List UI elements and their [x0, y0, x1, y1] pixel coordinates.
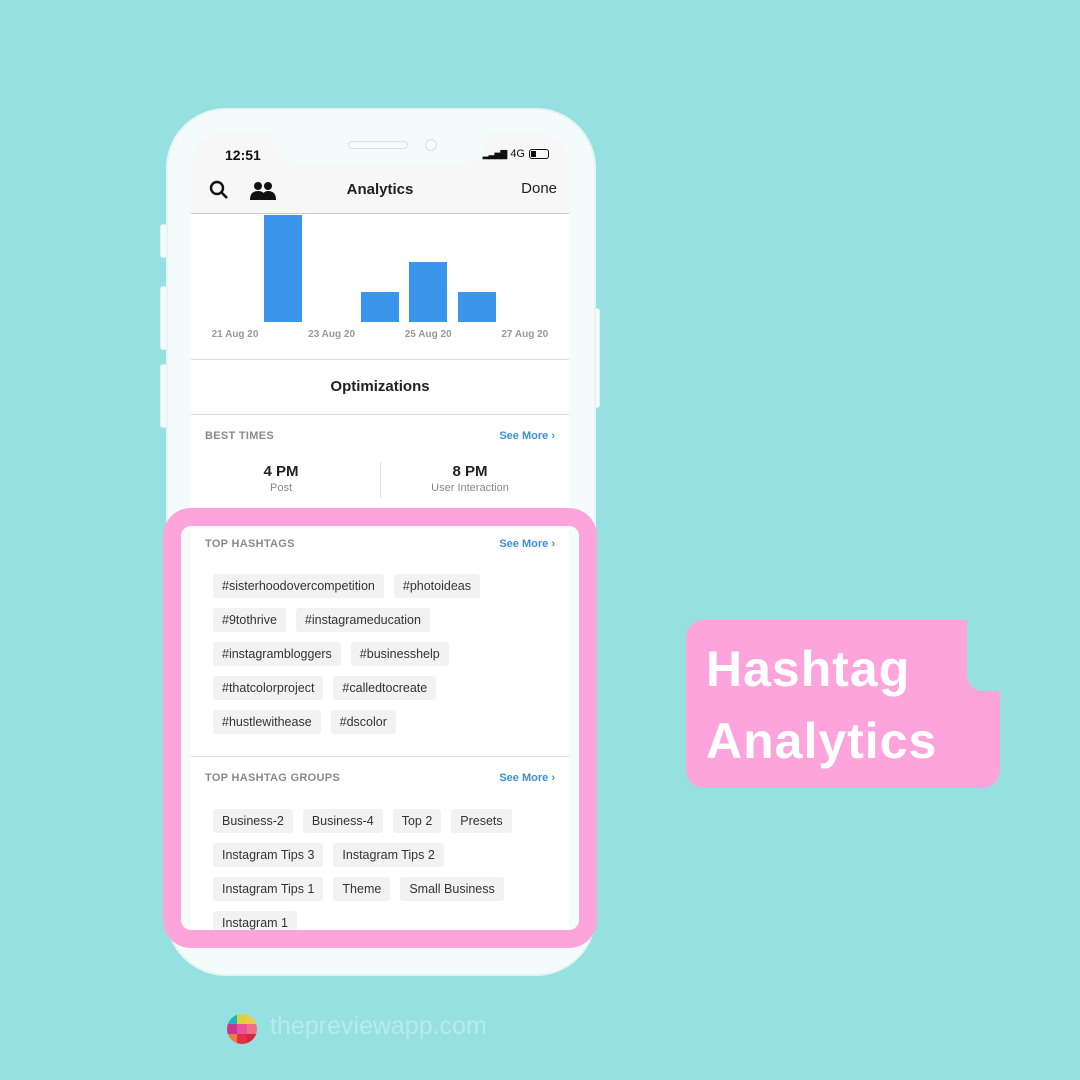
preview-app-logo-icon [227, 1014, 257, 1044]
callout-label: Hashtag Analytics [686, 619, 1001, 788]
highlight-frame [163, 508, 597, 948]
page-title: Analytics [346, 181, 414, 198]
status-icons: ▂▃▅▇ 4G [483, 148, 549, 160]
best-interaction-time: 8 PM User Interaction [431, 463, 509, 494]
optimizations-title: Optimizations [330, 378, 430, 395]
chart-bar [264, 215, 303, 322]
chart-bar [360, 292, 399, 322]
site-url: thepreviewapp.com [270, 1012, 487, 1040]
best-times-see-more[interactable]: See More › [499, 430, 555, 442]
callout-line-2: Analytics [706, 713, 938, 769]
divider [191, 359, 569, 360]
chart-bar [409, 262, 448, 322]
signal-icon: ▂▃▅▇ [482, 148, 508, 159]
x-tick-label: 27 Aug 20 [501, 329, 549, 340]
best-times-label: BEST TIMES [205, 430, 275, 442]
best-post-time: 4 PM Post [263, 463, 299, 494]
notch [273, 132, 487, 162]
divider [191, 414, 569, 415]
done-button[interactable]: Done [521, 180, 557, 197]
network-label: 4G [510, 148, 525, 160]
x-tick-label: 21 Aug 20 [211, 329, 259, 340]
status-time: 12:51 [225, 147, 261, 163]
battery-icon [529, 149, 549, 159]
x-tick-label: 25 Aug 20 [404, 329, 452, 340]
posts-bar-chart [191, 215, 569, 325]
x-tick-label: 23 Aug 20 [308, 329, 356, 340]
callout-line-1: Hashtag [706, 641, 911, 697]
chart-bar [457, 292, 496, 322]
